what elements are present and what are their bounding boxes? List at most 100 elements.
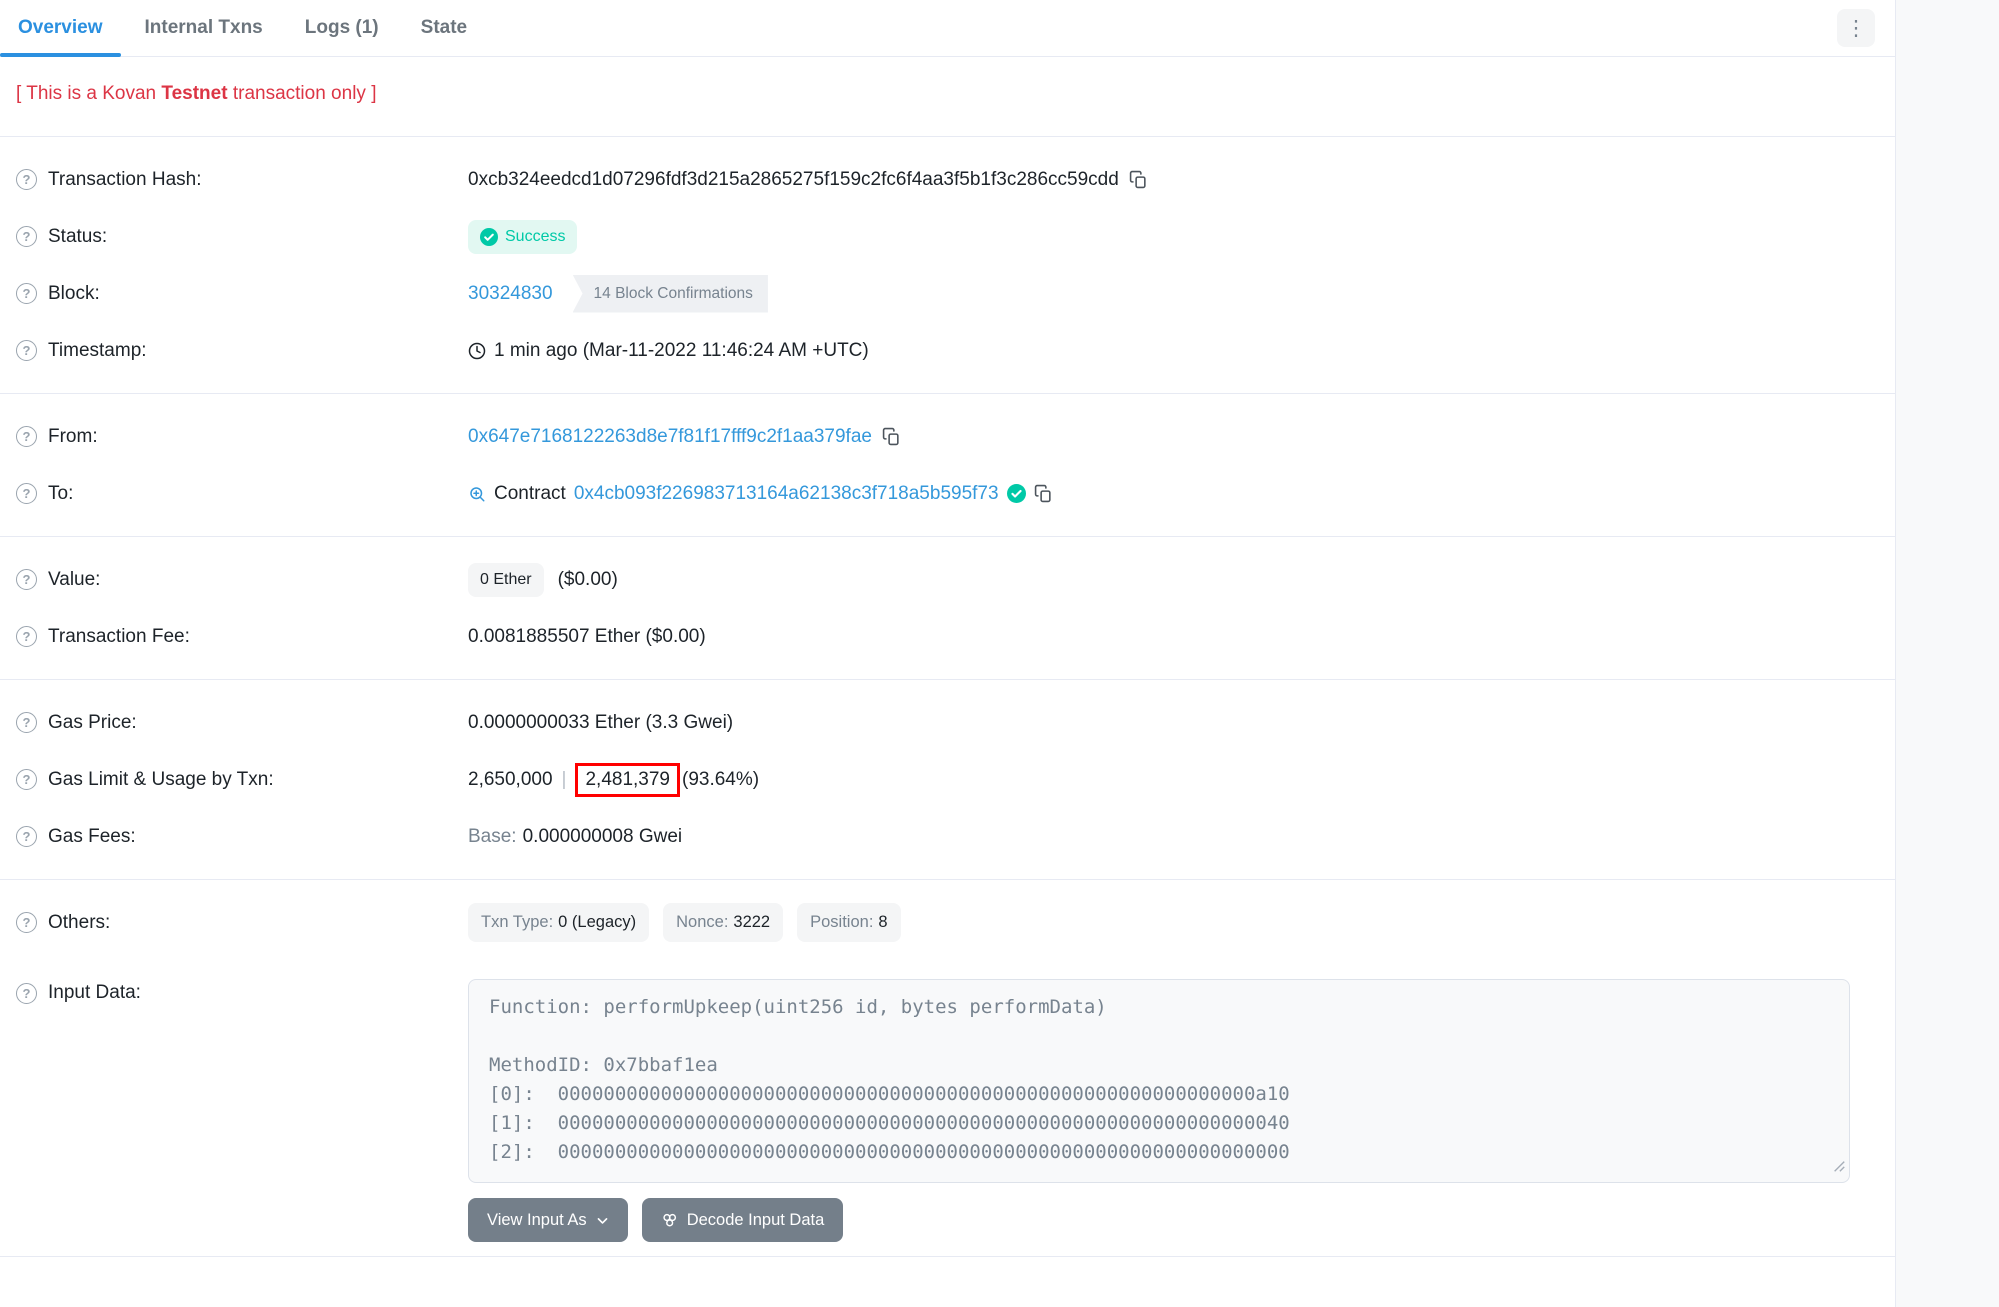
transaction-fee-label: Transaction Fee: — [48, 626, 190, 648]
help-icon[interactable]: ? — [16, 483, 37, 504]
tab-overview-label: Overview — [18, 17, 103, 39]
txn-type-badge: Txn Type: 0 (Legacy) — [468, 903, 649, 942]
tab-overview[interactable]: Overview — [0, 0, 121, 56]
status-badge: Success — [468, 220, 577, 254]
row-gas-limit-usage: ? Gas Limit & Usage by Txn: 2,650,000 | … — [16, 751, 1879, 808]
view-input-as-label: View Input As — [487, 1211, 587, 1230]
gas-fees-base-value: 0.000000008 Gwei — [523, 826, 683, 848]
gas-price-value: 0.0000000033 Ether (3.3 Gwei) — [468, 712, 733, 734]
help-icon[interactable]: ? — [16, 769, 37, 790]
nonce-value: 3222 — [733, 913, 770, 931]
clock-icon — [468, 342, 486, 360]
input-data-textarea[interactable]: Function: performUpkeep(uint256 id, byte… — [468, 979, 1850, 1183]
copy-icon[interactable] — [882, 427, 901, 446]
value-usd: ($0.00) — [558, 569, 618, 591]
position-key: Position: — [810, 913, 873, 931]
block-label: Block: — [48, 283, 100, 305]
group-value-fee: ? Value: 0 Ether ($0.00) ? Transaction F… — [0, 537, 1895, 680]
row-transaction-hash: ? Transaction Hash: 0xcb324eedcd1d07296f… — [16, 151, 1879, 208]
verified-check-icon — [1007, 484, 1026, 503]
from-label: From: — [48, 426, 98, 448]
group-transaction-summary: ? Transaction Hash: 0xcb324eedcd1d07296f… — [0, 137, 1895, 394]
position-value: 8 — [878, 913, 887, 931]
red-annotation-box: 2,481,379 — [575, 763, 680, 797]
row-input-data: ? Input Data: Function: performUpkeep(ui… — [16, 963, 1879, 1183]
others-label: Others: — [48, 912, 110, 934]
gas-used-value: 2,481,379 — [585, 769, 670, 790]
value-label: Value: — [48, 569, 100, 591]
input-data-label: Input Data: — [48, 982, 141, 1004]
transaction-hash-value: 0xcb324eedcd1d07296fdf3d215a2865275f159c… — [468, 169, 1119, 191]
value-amount-badge: 0 Ether — [468, 563, 544, 597]
group-others-input: ? Others: Txn Type: 0 (Legacy) Nonce: 3222… — [0, 880, 1895, 1257]
copy-icon[interactable] — [1034, 484, 1053, 503]
notice-text-1: [ This is a Kovan — [16, 83, 161, 104]
notice-text-2: transaction only ] — [228, 83, 377, 104]
nonce-badge: Nonce: 3222 — [663, 903, 783, 942]
to-contract-prefix: Contract — [494, 483, 566, 505]
decode-input-data-button[interactable]: Decode Input Data — [642, 1198, 844, 1242]
block-number-link[interactable]: 30324830 — [468, 283, 553, 305]
row-gas-fees: ? Gas Fees: Base: 0.000000008 Gwei — [16, 808, 1879, 865]
help-icon[interactable]: ? — [16, 626, 37, 647]
copy-icon[interactable] — [1129, 170, 1148, 189]
help-icon[interactable]: ? — [16, 712, 37, 733]
help-icon[interactable]: ? — [16, 426, 37, 447]
tab-state[interactable]: State — [403, 0, 485, 56]
timestamp-value: 1 min ago (Mar-11-2022 11:46:24 AM +UTC) — [494, 340, 869, 362]
chevron-down-icon — [596, 1214, 609, 1227]
position-badge: Position: 8 — [797, 903, 900, 942]
notice-text-bold: Testnet — [161, 83, 227, 104]
help-icon[interactable]: ? — [16, 226, 37, 247]
input-data-actions: View Input As Decode Input Data — [468, 1198, 1879, 1242]
to-label: To: — [48, 483, 73, 505]
kebab-menu-button[interactable]: ⋮ — [1837, 9, 1875, 47]
resize-grip[interactable] — [1832, 1157, 1846, 1179]
zoom-in-icon[interactable] — [468, 485, 486, 503]
row-timestamp: ? Timestamp: 1 min ago (Mar-11-2022 11:4… — [16, 322, 1879, 379]
transaction-card: Overview Internal Txns Logs (1) State ⋮ … — [0, 0, 1896, 1307]
timestamp-label: Timestamp: — [48, 340, 147, 362]
gas-price-label: Gas Price: — [48, 712, 137, 734]
gas-used-percent: (93.64%) — [682, 769, 759, 791]
row-value: ? Value: 0 Ether ($0.00) — [16, 551, 1879, 608]
group-addresses: ? From: 0x647e7168122263d8e7f81f17fff9c2… — [0, 394, 1895, 537]
help-icon[interactable]: ? — [16, 283, 37, 304]
txn-type-key: Txn Type: — [481, 913, 553, 931]
gas-limit-label: Gas Limit & Usage by Txn: — [48, 769, 274, 791]
help-icon[interactable]: ? — [16, 826, 37, 847]
input-data-text: Function: performUpkeep(uint256 id, byte… — [489, 993, 1829, 1167]
tab-internal-txns[interactable]: Internal Txns — [127, 0, 281, 56]
from-address-link[interactable]: 0x647e7168122263d8e7f81f17fff9c2f1aa379f… — [468, 426, 872, 448]
txn-type-value: 0 (Legacy) — [558, 913, 636, 931]
row-gas-price: ? Gas Price: 0.0000000033 Ether (3.3 Gwe… — [16, 694, 1879, 751]
help-icon[interactable]: ? — [16, 983, 37, 1004]
tab-logs-label: Logs (1) — [305, 17, 379, 39]
gas-fees-base-label: Base: — [468, 826, 517, 848]
decode-icon — [661, 1212, 678, 1229]
gas-limit-separator: | — [562, 769, 567, 791]
help-icon[interactable]: ? — [16, 569, 37, 590]
nonce-key: Nonce: — [676, 913, 728, 931]
decode-input-data-label: Decode Input Data — [687, 1211, 825, 1230]
to-address-link[interactable]: 0x4cb093f226983713164a62138c3f718a5b595f… — [574, 483, 999, 505]
help-icon[interactable]: ? — [16, 912, 37, 933]
tab-logs[interactable]: Logs (1) — [287, 0, 397, 56]
row-others: ? Others: Txn Type: 0 (Legacy) Nonce: 3222… — [16, 894, 1879, 951]
gas-limit-value: 2,650,000 — [468, 769, 553, 791]
help-icon[interactable]: ? — [16, 340, 37, 361]
tab-bar: Overview Internal Txns Logs (1) State ⋮ — [0, 0, 1895, 57]
tab-internal-txns-label: Internal Txns — [145, 17, 263, 39]
help-icon[interactable]: ? — [16, 169, 37, 190]
status-badge-label: Success — [505, 228, 565, 246]
kebab-icon: ⋮ — [1846, 18, 1867, 39]
block-confirmations-badge: 14 Block Confirmations — [573, 275, 768, 313]
gas-fees-label: Gas Fees: — [48, 826, 136, 848]
row-transaction-fee: ? Transaction Fee: 0.0081885507 Ether ($… — [16, 608, 1879, 665]
group-gas: ? Gas Price: 0.0000000033 Ether (3.3 Gwe… — [0, 680, 1895, 880]
check-circle-icon — [480, 228, 498, 246]
transaction-hash-label: Transaction Hash: — [48, 169, 201, 191]
view-input-as-button[interactable]: View Input As — [468, 1198, 628, 1242]
tab-state-label: State — [421, 17, 467, 39]
row-block: ? Block: 30324830 14 Block Confirmations — [16, 265, 1879, 322]
